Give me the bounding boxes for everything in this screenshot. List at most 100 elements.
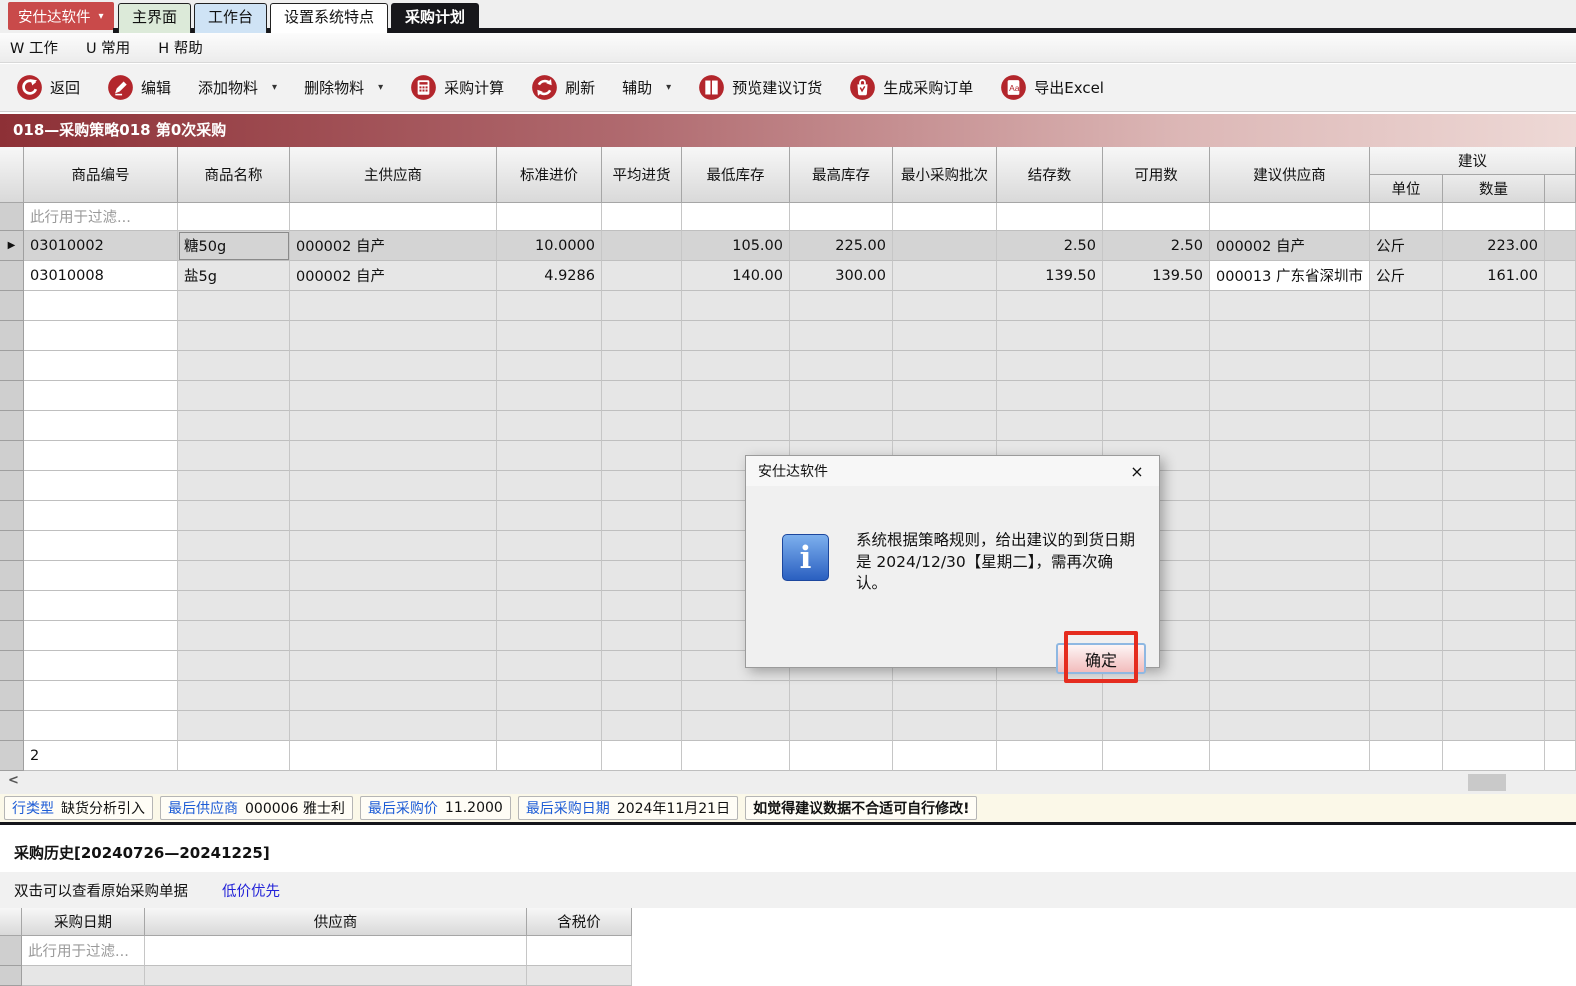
ok-button[interactable]: 确定 bbox=[1056, 643, 1146, 674]
grid-cell[interactable] bbox=[997, 203, 1103, 231]
preview-suggested-order-label: 预览建议订货 bbox=[732, 79, 823, 97]
grid-cell[interactable] bbox=[1210, 203, 1370, 231]
column-header[interactable]: 商品编号 bbox=[24, 147, 178, 203]
grid-cell[interactable] bbox=[1545, 261, 1576, 291]
grid-cell[interactable] bbox=[602, 203, 682, 231]
table-row[interactable]: ▶ 03010002 糖50g 000002 自产 10.0000 105.00 225.0… bbox=[0, 231, 1576, 261]
menu-common[interactable]: U 常用 bbox=[86, 37, 130, 58]
menu-help[interactable]: H 帮助 bbox=[158, 37, 203, 58]
tab-purchase-plan[interactable]: 采购计划 bbox=[391, 3, 480, 33]
grid-cell[interactable] bbox=[682, 203, 790, 231]
column-header[interactable]: 供应商 bbox=[145, 908, 527, 936]
dialog-title-bar[interactable]: 安仕达软件 × bbox=[746, 456, 1159, 486]
column-header-qty[interactable]: 数量 bbox=[1443, 175, 1545, 203]
scrollbar-thumb[interactable] bbox=[1468, 774, 1506, 791]
column-header[interactable]: 最低库存 bbox=[682, 147, 790, 203]
add-material-button[interactable]: 添加物料 ▾ bbox=[198, 77, 277, 98]
export-excel-button[interactable]: Aa 导出Excel bbox=[1000, 74, 1104, 101]
tab-main-screen[interactable]: 主界面 bbox=[118, 3, 192, 33]
grid-cell[interactable] bbox=[893, 261, 997, 291]
grid-cell[interactable]: 2.50 bbox=[997, 231, 1103, 261]
row-selector[interactable]: ▶ bbox=[0, 231, 24, 261]
grid-cell[interactable]: 03010008 bbox=[24, 261, 178, 291]
table-row[interactable]: 03010008 盐5g 000002 自产 4.9286 140.00 300.00 13… bbox=[0, 261, 1576, 291]
grid-cell[interactable]: 盐5g bbox=[178, 261, 290, 291]
grid-cell bbox=[24, 531, 178, 561]
column-header-unit[interactable]: 单位 bbox=[1370, 175, 1443, 203]
close-icon[interactable]: × bbox=[1115, 456, 1159, 486]
column-group-header[interactable]: 建议 bbox=[1370, 147, 1576, 175]
grid-cell[interactable]: 糖50g bbox=[178, 231, 290, 261]
refresh-button[interactable]: 刷新 bbox=[531, 74, 595, 101]
grid-cell[interactable]: 03010002 bbox=[24, 231, 178, 261]
app-brand-menu-button[interactable]: 安仕达软件 ▾ bbox=[8, 2, 114, 30]
column-header[interactable]: 含税价 bbox=[527, 908, 632, 936]
chevron-down-icon[interactable]: ▾ bbox=[272, 82, 277, 93]
grid-cell[interactable]: 140.00 bbox=[682, 261, 790, 291]
grid-cell[interactable]: 4.9286 bbox=[497, 261, 602, 291]
grid-cell[interactable] bbox=[893, 203, 997, 231]
grid-cell[interactable] bbox=[602, 231, 682, 261]
grid-cell[interactable] bbox=[290, 203, 497, 231]
table-row[interactable]: 此行用于过滤... bbox=[0, 936, 632, 966]
grid-cell bbox=[1443, 441, 1545, 471]
column-header[interactable]: 标准进价 bbox=[497, 147, 602, 203]
tab-workbench[interactable]: 工作台 bbox=[194, 3, 268, 33]
grid-cell[interactable]: 000002 自产 bbox=[1210, 231, 1370, 261]
grid-cell[interactable] bbox=[602, 261, 682, 291]
grid-cell[interactable] bbox=[1103, 203, 1210, 231]
column-header[interactable]: 采购日期 bbox=[22, 908, 145, 936]
grid-cell[interactable]: 此行用于过滤... bbox=[24, 203, 178, 231]
preview-suggested-order-button[interactable]: 预览建议订货 bbox=[698, 74, 822, 101]
low-price-first-link[interactable]: 低价优先 bbox=[222, 880, 280, 901]
column-header[interactable]: 建议供应商 bbox=[1210, 147, 1370, 203]
grid-cell[interactable]: 10.0000 bbox=[497, 231, 602, 261]
grid-cell[interactable] bbox=[497, 203, 602, 231]
grid-cell[interactable] bbox=[527, 936, 632, 966]
grid-cell[interactable]: 225.00 bbox=[790, 231, 893, 261]
column-header[interactable]: 结存数 bbox=[997, 147, 1103, 203]
assist-button[interactable]: 辅助 ▾ bbox=[622, 77, 671, 98]
purchase-calc-button[interactable]: 采购计算 bbox=[410, 74, 504, 101]
column-header[interactable]: 可用数 bbox=[1103, 147, 1210, 203]
grid-cell[interactable] bbox=[145, 936, 527, 966]
grid-cell[interactable] bbox=[178, 203, 290, 231]
grid-cell[interactable]: 000013 广东省深圳市 bbox=[1210, 261, 1370, 291]
refresh-icon bbox=[531, 74, 558, 101]
row-selector[interactable] bbox=[0, 261, 24, 291]
grid-cell[interactable] bbox=[893, 231, 997, 261]
tab-system-settings[interactable]: 设置系统特点 bbox=[270, 3, 389, 33]
column-header[interactable]: 最小采购批次 bbox=[893, 147, 997, 203]
grid-cell[interactable] bbox=[1545, 203, 1576, 231]
grid-cell[interactable]: 000002 自产 bbox=[290, 231, 497, 261]
grid-cell[interactable]: 000002 自产 bbox=[290, 261, 497, 291]
grid-cell[interactable] bbox=[1370, 203, 1443, 231]
table-row[interactable]: 此行用于过滤... bbox=[0, 203, 1576, 231]
edit-button[interactable]: 编辑 bbox=[107, 74, 171, 101]
delete-material-button[interactable]: 删除物料 ▾ bbox=[304, 77, 383, 98]
grid-cell[interactable] bbox=[1545, 231, 1576, 261]
grid-cell[interactable]: 139.50 bbox=[1103, 261, 1210, 291]
grid-cell[interactable]: 公斤 bbox=[1370, 231, 1443, 261]
grid-cell[interactable] bbox=[1443, 203, 1545, 231]
column-header[interactable]: 平均进货 bbox=[602, 147, 682, 203]
grid-cell[interactable]: 公斤 bbox=[1370, 261, 1443, 291]
grid-cell[interactable]: 223.00 bbox=[1443, 231, 1545, 261]
scroll-left-arrow-icon[interactable]: < bbox=[8, 773, 19, 788]
grid-cell[interactable]: 此行用于过滤... bbox=[22, 936, 145, 966]
generate-purchase-order-button[interactable]: 生成采购订单 bbox=[849, 74, 973, 101]
grid-cell[interactable]: 161.00 bbox=[1443, 261, 1545, 291]
horizontal-scrollbar[interactable]: < bbox=[0, 771, 1576, 794]
grid-cell[interactable]: 2.50 bbox=[1103, 231, 1210, 261]
grid-cell[interactable] bbox=[790, 203, 893, 231]
chevron-down-icon[interactable]: ▾ bbox=[378, 82, 383, 93]
grid-cell[interactable]: 105.00 bbox=[682, 231, 790, 261]
back-button[interactable]: 返回 bbox=[16, 74, 80, 101]
grid-cell[interactable]: 300.00 bbox=[790, 261, 893, 291]
chevron-down-icon[interactable]: ▾ bbox=[666, 82, 671, 93]
column-header[interactable]: 最高库存 bbox=[790, 147, 893, 203]
column-header[interactable]: 主供应商 bbox=[290, 147, 497, 203]
grid-cell[interactable]: 139.50 bbox=[997, 261, 1103, 291]
column-header[interactable]: 商品名称 bbox=[178, 147, 290, 203]
menu-work[interactable]: W 工作 bbox=[10, 37, 58, 58]
